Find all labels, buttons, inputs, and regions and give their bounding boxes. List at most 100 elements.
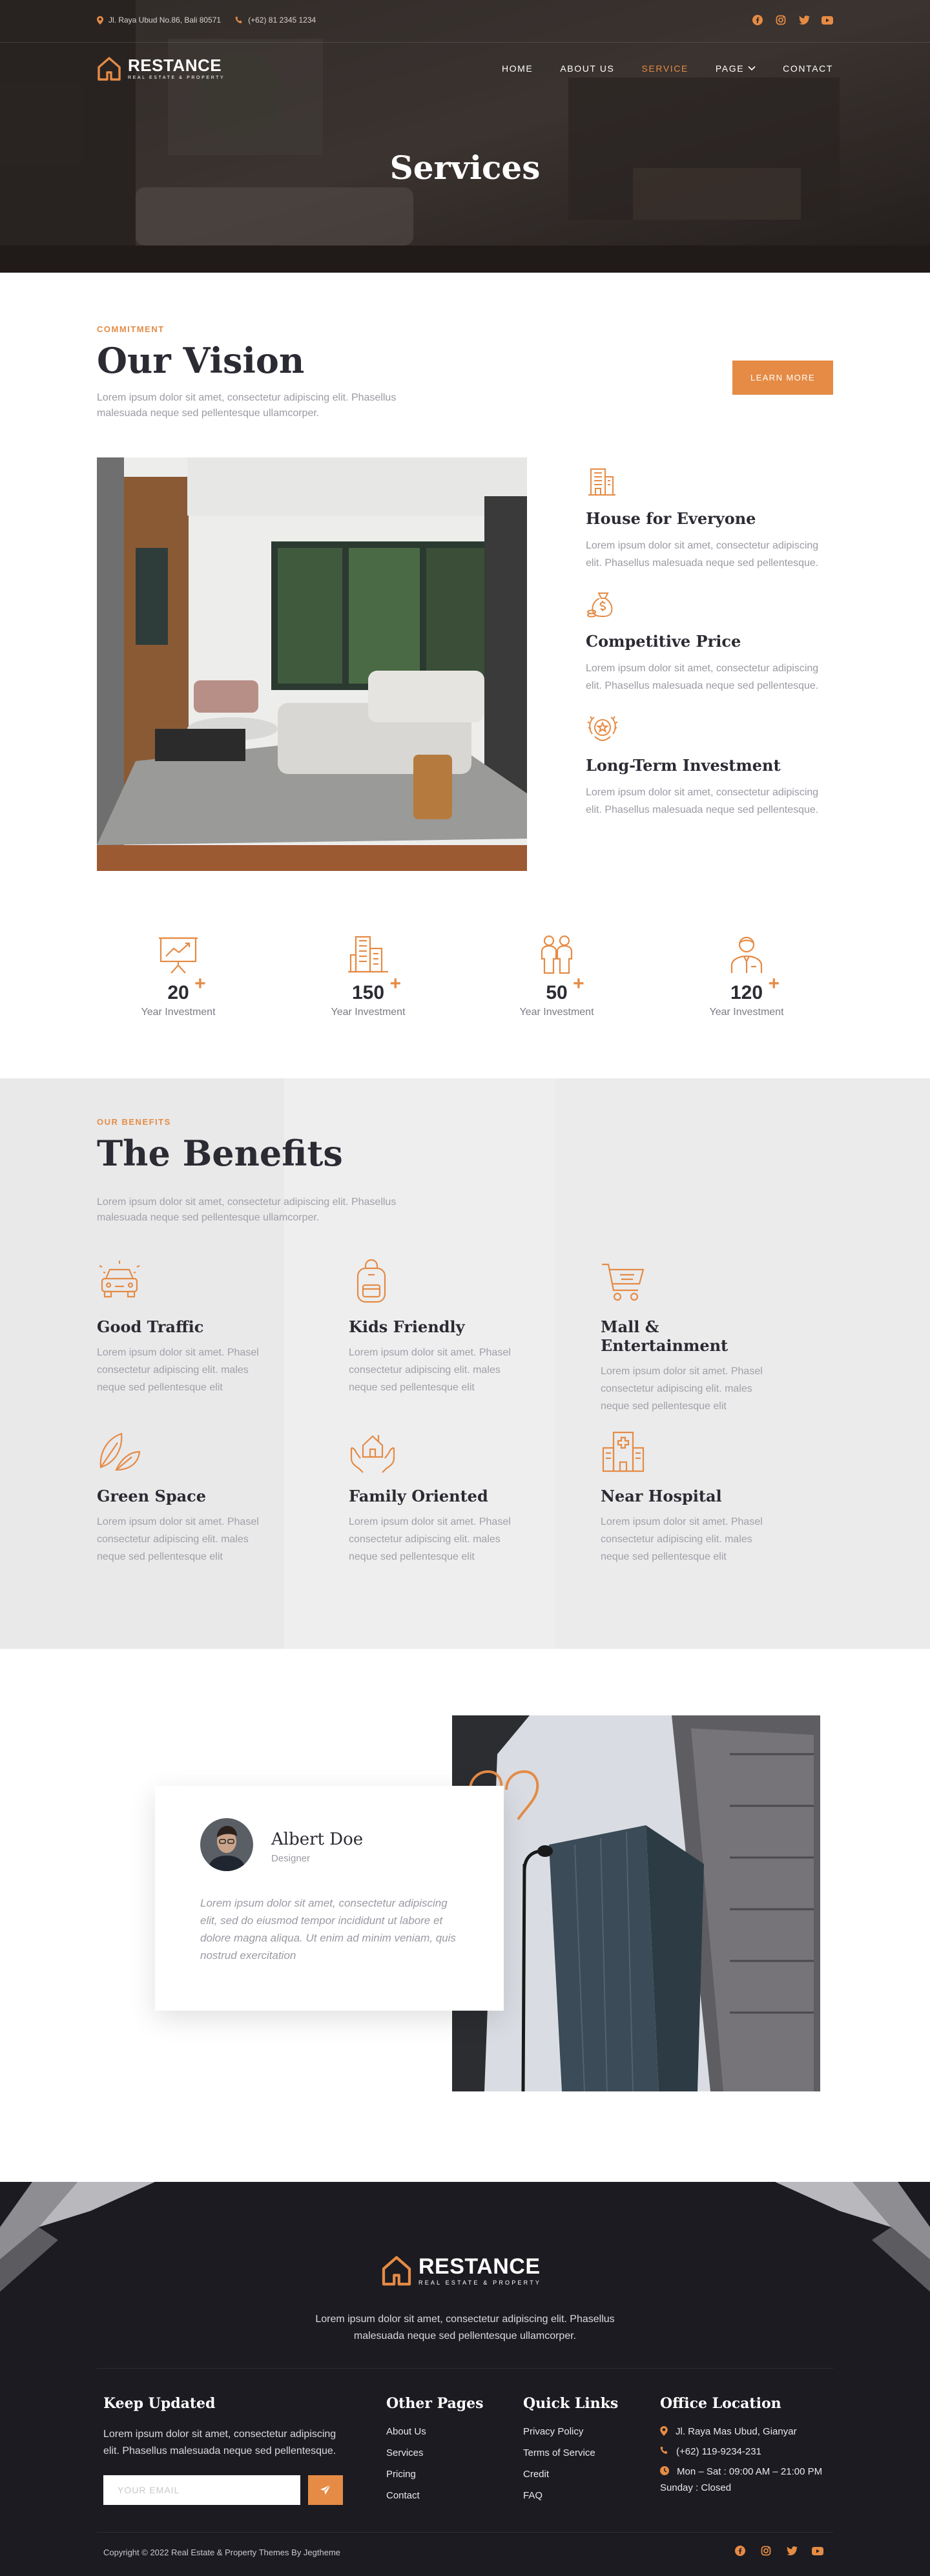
nav-item-service[interactable]: SERVICE bbox=[641, 63, 688, 74]
footer-brand-logo[interactable]: RESTANCE REAL ESTATE & PROPERTY bbox=[381, 2254, 541, 2287]
feature-house-for-everyone: House for Everyone Lorem ipsum dolor sit… bbox=[586, 465, 831, 572]
footer-divider bbox=[97, 2368, 833, 2369]
feature-title: House for Everyone bbox=[586, 509, 756, 528]
benefits-eyebrow: OUR BENEFITS bbox=[97, 1117, 171, 1127]
footer-bottom-divider bbox=[97, 2532, 833, 2533]
plus-icon: + bbox=[389, 973, 402, 994]
shopping-cart-icon bbox=[602, 1263, 645, 1301]
office-sunday-text: Sunday : Closed bbox=[660, 2482, 732, 2493]
stat-value-number: 50 bbox=[546, 982, 568, 1003]
benefit-kids-friendly: Kids Friendly Lorem ipsum dolor sit amet… bbox=[349, 1259, 523, 1396]
office-location-title: Office Location bbox=[660, 2395, 781, 2412]
nav-item-about-us[interactable]: ABOUT US bbox=[560, 63, 614, 74]
city-buildings-icon bbox=[348, 936, 388, 973]
top-social-links bbox=[752, 14, 833, 26]
building-icon bbox=[588, 468, 615, 496]
nav-item-contact[interactable]: CONTACT bbox=[783, 63, 833, 74]
facebook-icon[interactable] bbox=[752, 14, 763, 26]
office-phone-text: (+62) 119-9234-231 bbox=[676, 2446, 761, 2457]
quick-links-column: Quick Links Privacy Policy Terms of Serv… bbox=[523, 2395, 618, 2501]
site-footer: RESTANCE REAL ESTATE & PROPERTY Lorem ip… bbox=[0, 2182, 930, 2576]
footer-link-pricing[interactable]: Pricing bbox=[386, 2469, 484, 2480]
stat-value: 120 + bbox=[730, 973, 780, 1004]
nav-item-home[interactable]: HOME bbox=[502, 63, 533, 74]
footer-link-terms-of-service[interactable]: Terms of Service bbox=[523, 2447, 618, 2458]
testimonial-quote: Lorem ipsum dolor sit amet, consectetur … bbox=[200, 1897, 456, 1962]
newsletter-column: Keep Updated Lorem ipsum dolor sit amet,… bbox=[103, 2395, 343, 2505]
footer-link-credit[interactable]: Credit bbox=[523, 2469, 618, 2480]
living-room-image bbox=[97, 457, 527, 871]
people-icon bbox=[541, 935, 573, 974]
hospital-icon bbox=[602, 1431, 645, 1472]
vision-title: Our Vision bbox=[97, 340, 305, 381]
quick-links-title: Quick Links bbox=[523, 2395, 619, 2412]
nav-item-page[interactable]: PAGE bbox=[716, 63, 756, 74]
page-title: Services bbox=[389, 149, 541, 187]
clock-icon bbox=[660, 2466, 669, 2475]
brand-logo[interactable]: RESTANCE REAL ESTATE & PROPERTY bbox=[97, 56, 225, 81]
footer-link-about-us[interactable]: About Us bbox=[386, 2426, 484, 2437]
stat-value-number: 120 bbox=[730, 982, 763, 1003]
vision-eyebrow: COMMITMENT bbox=[97, 324, 165, 334]
presentation-chart-icon bbox=[159, 937, 198, 974]
map-pin-icon bbox=[97, 16, 103, 25]
benefit-title: Near Hospital bbox=[601, 1487, 722, 1505]
feature-text: Lorem ipsum dolor sit amet, consectetur … bbox=[586, 540, 819, 569]
footer-decoration-right bbox=[775, 2182, 930, 2292]
benefits-lead: Lorem ipsum dolor sit amet, consectetur … bbox=[97, 1197, 397, 1223]
other-pages-title: Other Pages bbox=[386, 2395, 484, 2412]
stat-label: Year Investment bbox=[331, 1007, 406, 1018]
footer-link-privacy-policy[interactable]: Privacy Policy bbox=[523, 2426, 618, 2437]
map-pin-icon bbox=[660, 2426, 668, 2436]
benefit-text: Lorem ipsum dolor sit amet. Phasel conse… bbox=[97, 1347, 259, 1393]
footer-tagline: Lorem ipsum dolor sit amet, consectetur … bbox=[315, 2314, 615, 2341]
vision-lead: Lorem ipsum dolor sit amet, consectetur … bbox=[97, 392, 397, 419]
chevron-down-icon bbox=[748, 66, 756, 71]
benefit-near-hospital: Near Hospital Lorem ipsum dolor sit amet… bbox=[601, 1429, 775, 1565]
footer-brand-name: RESTANCE bbox=[418, 2254, 541, 2279]
learn-more-button[interactable]: LEARN MORE bbox=[732, 361, 833, 395]
backpack-icon bbox=[356, 1259, 386, 1303]
youtube-icon[interactable] bbox=[812, 2545, 823, 2557]
testimonial-section: Albert Doe Designer Lorem ipsum dolor si… bbox=[0, 1649, 930, 2182]
address-info: Jl. Raya Ubud No.86, Bali 80571 bbox=[97, 16, 221, 25]
subscribe-button[interactable] bbox=[308, 2475, 343, 2505]
office-phone[interactable]: (+62) 119-9234-231 bbox=[660, 2446, 822, 2457]
benefits-title: The Benefits bbox=[97, 1133, 343, 1174]
plus-icon: + bbox=[768, 973, 780, 994]
plus-icon: + bbox=[194, 973, 206, 994]
benefit-text: Lorem ipsum dolor sit amet. Phasel conse… bbox=[349, 1347, 511, 1393]
feature-text: Lorem ipsum dolor sit amet, consectetur … bbox=[586, 663, 819, 691]
instagram-icon[interactable] bbox=[775, 14, 787, 26]
phone-icon bbox=[660, 2446, 668, 2454]
testimonial-card: Albert Doe Designer Lorem ipsum dolor si… bbox=[155, 1786, 504, 2011]
twitter-icon[interactable] bbox=[786, 2545, 798, 2557]
benefit-text: Lorem ipsum dolor sit amet. Phasel conse… bbox=[349, 1516, 511, 1562]
footer-link-services[interactable]: Services bbox=[386, 2447, 484, 2458]
feature-title: Long-Term Investment bbox=[586, 756, 781, 775]
stat-value: 20 + bbox=[167, 973, 205, 1004]
footer-link-contact[interactable]: Contact bbox=[386, 2490, 484, 2501]
stat-value: 50 + bbox=[546, 973, 584, 1004]
benefit-title: Good Traffic bbox=[97, 1317, 204, 1336]
testimonial-role: Designer bbox=[271, 1853, 311, 1864]
newsletter-text: Lorem ipsum dolor sit amet, consectetur … bbox=[103, 2429, 336, 2456]
hero-section: Jl. Raya Ubud No.86, Bali 80571 (+62) 81… bbox=[0, 0, 930, 273]
instagram-icon[interactable] bbox=[760, 2545, 772, 2557]
benefit-text: Lorem ipsum dolor sit amet. Phasel conse… bbox=[601, 1516, 763, 1562]
phone-info[interactable]: (+62) 81 2345 1234 bbox=[235, 16, 316, 25]
top-info-bar: Jl. Raya Ubud No.86, Bali 80571 (+62) 81… bbox=[0, 0, 930, 43]
house-logo-icon bbox=[382, 2256, 411, 2286]
youtube-icon[interactable] bbox=[822, 14, 833, 26]
footer-link-faq[interactable]: FAQ bbox=[523, 2490, 618, 2501]
phone-text: (+62) 81 2345 1234 bbox=[248, 16, 316, 25]
award-icon bbox=[587, 716, 618, 742]
twitter-icon[interactable] bbox=[798, 14, 810, 26]
facebook-icon[interactable] bbox=[734, 2545, 746, 2557]
email-field[interactable] bbox=[103, 2475, 300, 2505]
stat-label: Year Investment bbox=[141, 1007, 216, 1018]
office-location-column: Office Location Jl. Raya Mas Ubud, Giany… bbox=[660, 2395, 822, 2493]
other-pages-column: Other Pages About Us Services Pricing Co… bbox=[386, 2395, 484, 2501]
footer-brand-tagline: REAL ESTATE & PROPERTY bbox=[418, 2279, 542, 2286]
nav-menu: HOME ABOUT US SERVICE PAGE CONTACT bbox=[502, 63, 833, 74]
